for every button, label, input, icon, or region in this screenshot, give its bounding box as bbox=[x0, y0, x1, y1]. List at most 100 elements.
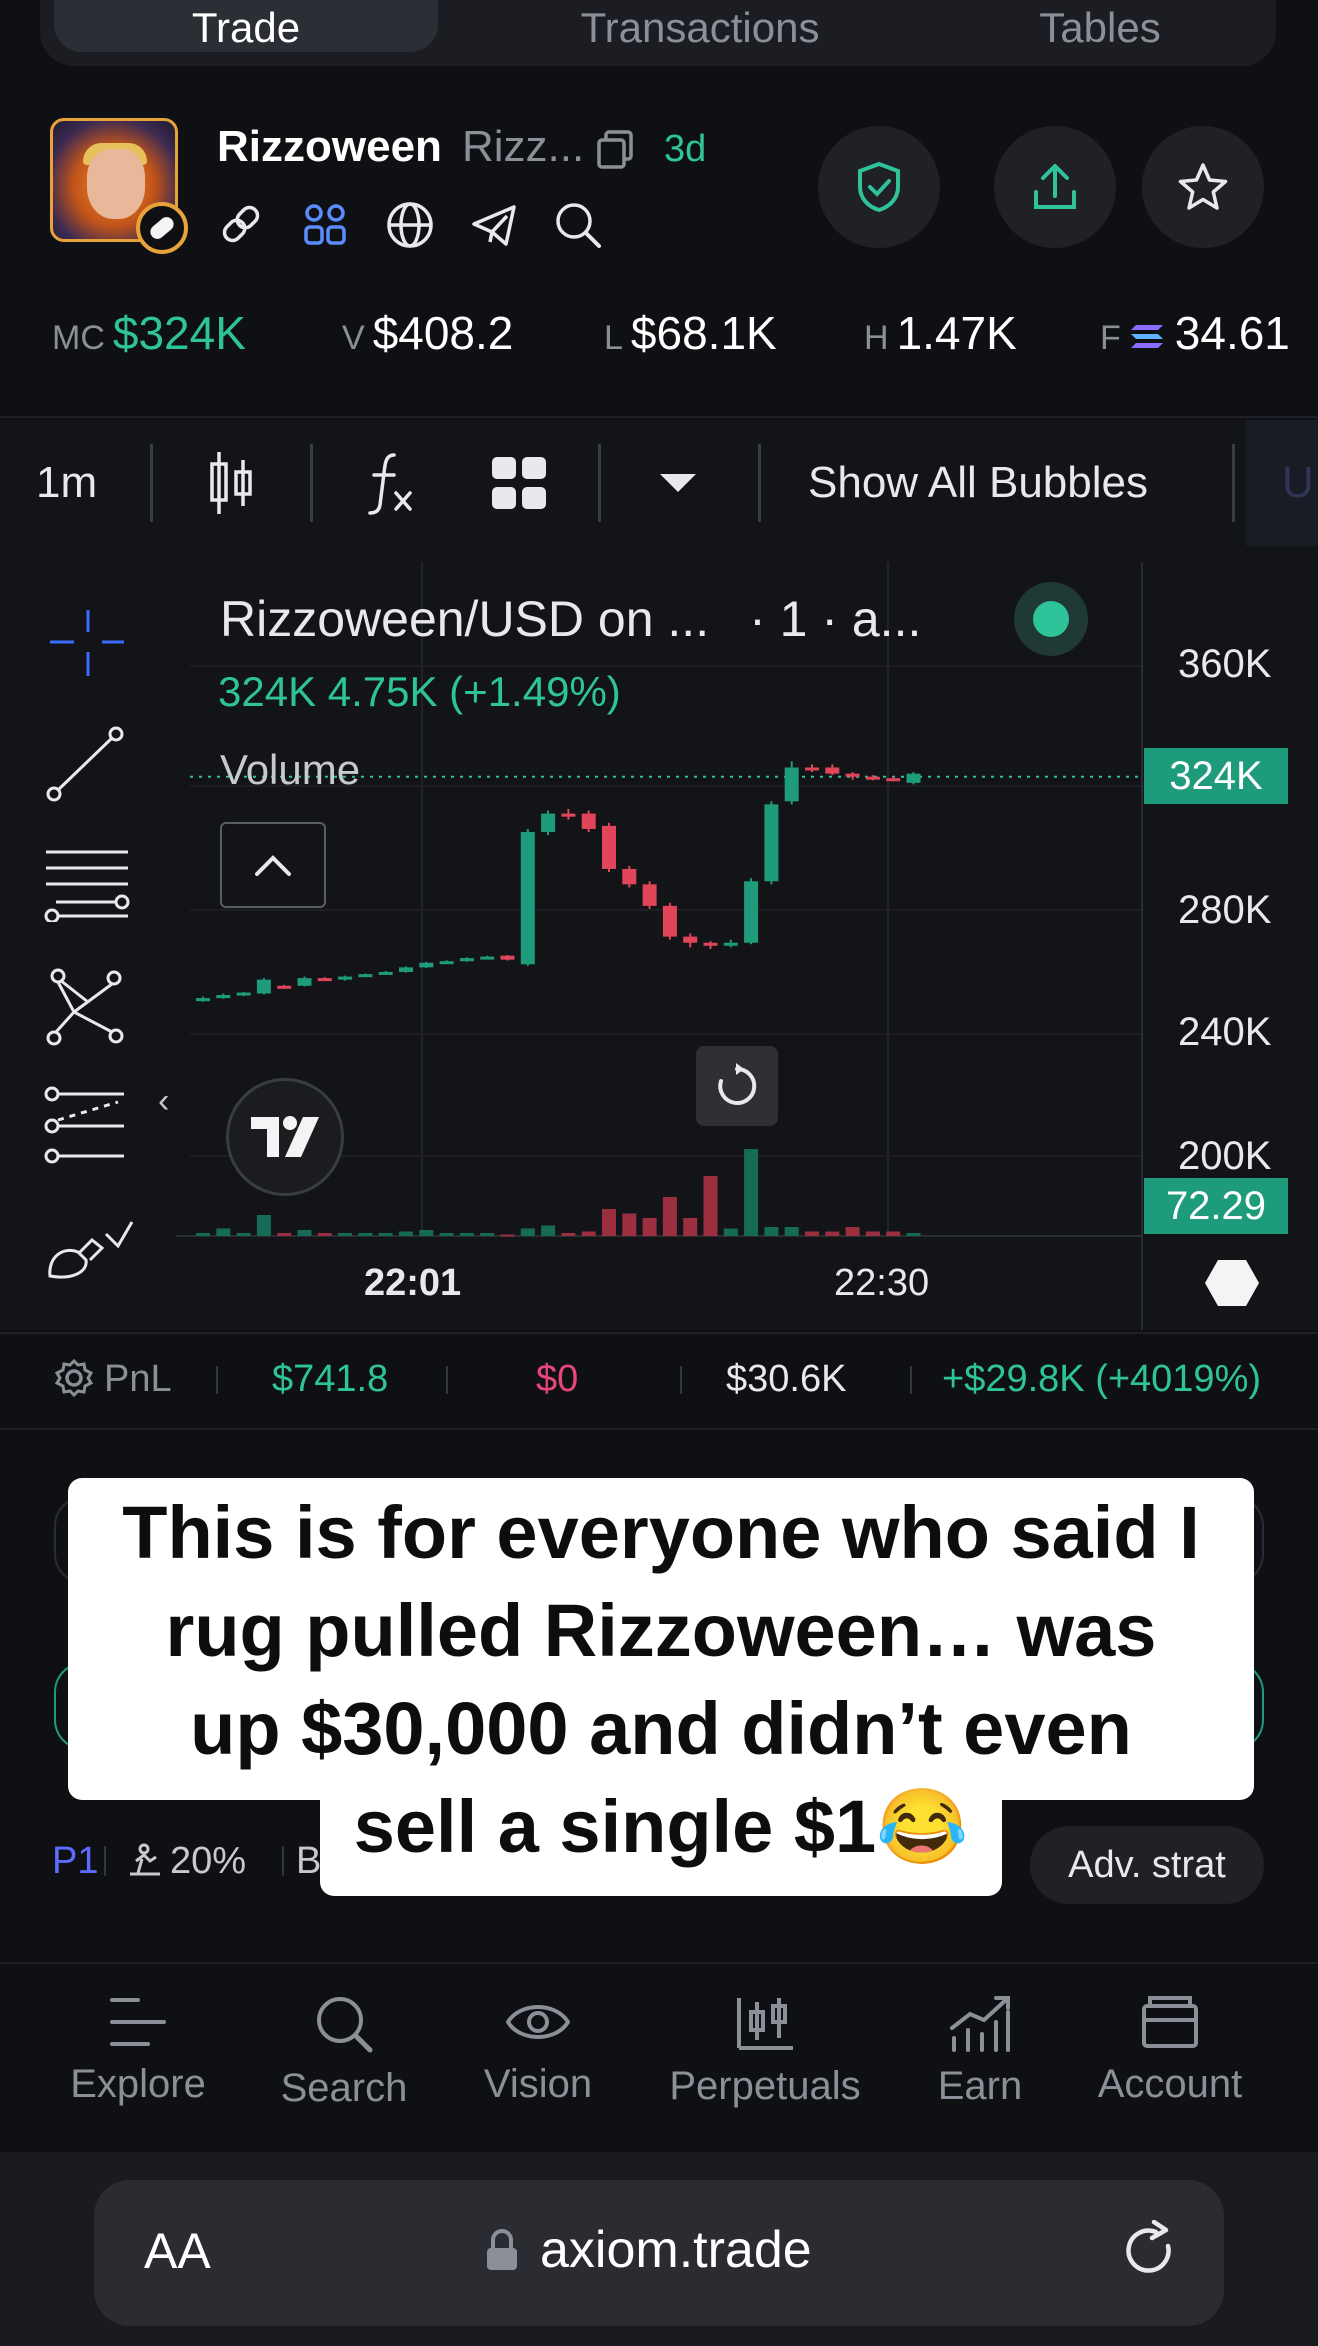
candle-body bbox=[906, 773, 921, 783]
indicators-button[interactable] bbox=[366, 420, 416, 546]
eye-icon bbox=[506, 2005, 570, 2039]
tab-trade[interactable]: Trade bbox=[54, 0, 438, 52]
collapse-legend-button[interactable] bbox=[220, 822, 326, 908]
candle-body bbox=[683, 936, 698, 943]
community-icon[interactable] bbox=[301, 200, 349, 248]
globe-icon[interactable] bbox=[385, 200, 435, 250]
volume-bar bbox=[744, 1149, 759, 1236]
tradingview-icon bbox=[251, 1116, 319, 1157]
fib-retracement-icon[interactable] bbox=[44, 846, 130, 922]
settings-hexagon-icon[interactable] bbox=[1204, 1258, 1260, 1308]
more-dropdown[interactable] bbox=[658, 420, 698, 546]
collapse-drawing-toolbar-icon[interactable]: ‹ bbox=[158, 1082, 169, 1121]
candle-body bbox=[216, 995, 231, 999]
chevron-up-icon bbox=[255, 855, 291, 876]
share-button[interactable] bbox=[994, 126, 1116, 248]
nav-vision[interactable]: Vision bbox=[474, 1964, 602, 2152]
candle-body bbox=[358, 974, 373, 978]
adv-strat-button[interactable]: Adv. strat bbox=[1030, 1826, 1264, 1904]
slippage-setting[interactable]: 20% bbox=[128, 1840, 246, 1883]
candle-body bbox=[845, 773, 860, 777]
candle-body bbox=[581, 813, 596, 829]
candle-body bbox=[277, 985, 292, 989]
price-chart[interactable] bbox=[0, 546, 1318, 1330]
token-symbol: Rizz... bbox=[462, 122, 585, 171]
text-size-button[interactable]: AA bbox=[144, 2222, 211, 2280]
tab-tables[interactable]: Tables bbox=[970, 0, 1230, 52]
price-axis-label: 280K bbox=[1178, 888, 1272, 932]
price-axis-label: 200K bbox=[1178, 1134, 1272, 1178]
candle-body bbox=[338, 976, 353, 980]
live-status-indicator bbox=[1014, 582, 1088, 656]
bottom-nav: Explore Search Vision Perpetuals Earn Ac… bbox=[0, 1962, 1318, 2150]
crosshair-icon[interactable] bbox=[44, 604, 124, 684]
volume-bar bbox=[805, 1231, 819, 1236]
volume-bar bbox=[480, 1233, 495, 1236]
pattern-icon[interactable] bbox=[44, 966, 128, 1050]
interval-selector[interactable]: 1m bbox=[36, 420, 97, 546]
show-all-bubbles-button[interactable]: Show All Bubbles bbox=[808, 420, 1148, 546]
tradingview-logo[interactable] bbox=[226, 1078, 344, 1196]
candle-body bbox=[622, 868, 637, 885]
cut-off-button[interactable]: U bbox=[1246, 420, 1318, 546]
pnl-row: PnL $741.8 $0 $30.6K +$29.8K (+4019%) bbox=[0, 1336, 1318, 1422]
tab-transactions[interactable]: Transactions bbox=[510, 0, 890, 52]
volume-bar bbox=[236, 1233, 251, 1236]
candle-body bbox=[459, 958, 474, 962]
volume-bar bbox=[338, 1233, 353, 1236]
volume-bar bbox=[561, 1233, 576, 1236]
volume-bar bbox=[439, 1233, 454, 1236]
volume-bar bbox=[886, 1231, 901, 1236]
candle-body bbox=[378, 971, 393, 975]
video-caption: This is for everyone who said I rug pull… bbox=[68, 1484, 1254, 1876]
security-check-button[interactable] bbox=[818, 126, 940, 248]
volume-bar bbox=[662, 1197, 677, 1236]
reload-icon[interactable] bbox=[1120, 2220, 1180, 2280]
caption-line: rug pulled Rizzoween… was bbox=[165, 1589, 1157, 1672]
candle-body bbox=[236, 992, 251, 996]
projection-icon[interactable] bbox=[44, 1086, 128, 1166]
nav-perpetuals[interactable]: Perpetuals bbox=[660, 1964, 870, 2152]
volume-bar bbox=[642, 1218, 657, 1236]
candle-body bbox=[886, 778, 901, 782]
candle-body bbox=[561, 813, 576, 817]
url-display[interactable]: axiom.trade bbox=[484, 2220, 812, 2280]
volume-bar bbox=[520, 1228, 535, 1236]
volume-label: Volume bbox=[220, 746, 361, 793]
candle-body bbox=[520, 832, 535, 965]
link-icon[interactable] bbox=[217, 200, 265, 248]
copy-icon[interactable] bbox=[596, 130, 634, 170]
star-icon bbox=[1178, 163, 1228, 210]
candles-icon bbox=[210, 452, 252, 514]
token-stats: MC $324K V $408.2 L $68.1K H 1.47K F 34.61 bbox=[52, 306, 1318, 366]
invested-value: $741.8 bbox=[272, 1358, 389, 1400]
earn-chart-icon bbox=[950, 1996, 1010, 2052]
nav-account[interactable]: Account bbox=[1086, 1964, 1254, 2152]
holding-value: $30.6K bbox=[726, 1358, 847, 1400]
candle-body bbox=[723, 942, 738, 946]
volume-bar bbox=[500, 1234, 515, 1237]
nav-explore[interactable]: Explore bbox=[66, 1964, 210, 2152]
layouts-button[interactable] bbox=[490, 420, 548, 546]
search-icon[interactable] bbox=[553, 200, 603, 250]
volume-bar bbox=[317, 1233, 332, 1236]
nav-search[interactable]: Search bbox=[276, 1964, 412, 2152]
volume-bar bbox=[459, 1233, 474, 1236]
settings-gear-icon[interactable] bbox=[54, 1358, 94, 1398]
favorite-button[interactable] bbox=[1142, 126, 1264, 248]
volume-bar bbox=[541, 1225, 556, 1236]
volume-bar bbox=[865, 1231, 880, 1236]
candle-style-button[interactable] bbox=[206, 420, 256, 546]
brush-icon[interactable] bbox=[44, 1212, 134, 1282]
preset-p1[interactable]: P1 bbox=[52, 1840, 98, 1883]
time-axis-label: 22:30 bbox=[834, 1262, 930, 1304]
reset-chart-button[interactable] bbox=[696, 1046, 778, 1126]
volume-bar bbox=[703, 1176, 718, 1236]
volume-bar bbox=[784, 1227, 799, 1236]
token-name[interactable]: Rizzoween bbox=[217, 122, 442, 172]
telegram-icon[interactable] bbox=[469, 200, 519, 250]
trend-line-icon[interactable] bbox=[44, 724, 124, 804]
stat-fees: F 34.61 bbox=[1100, 307, 1290, 359]
token-age: 3d bbox=[664, 128, 707, 170]
nav-earn[interactable]: Earn bbox=[924, 1964, 1036, 2152]
